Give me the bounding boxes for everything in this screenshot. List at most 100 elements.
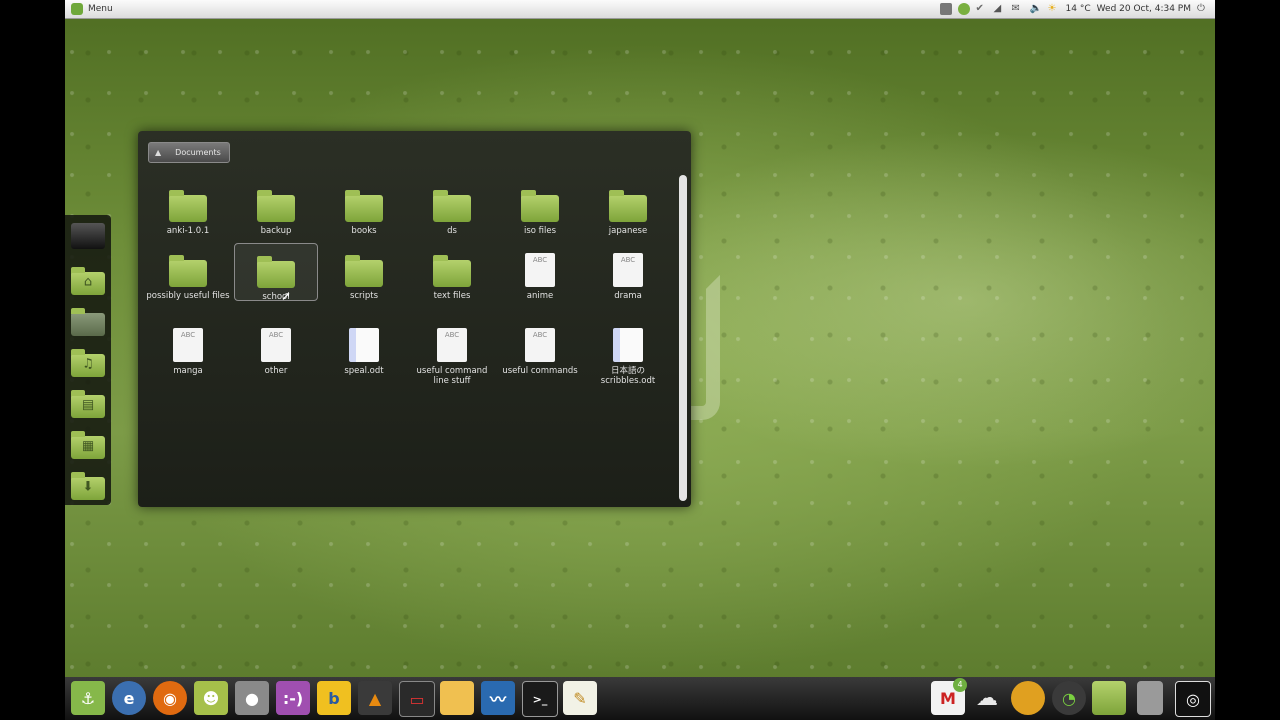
- file-label: scripts: [349, 291, 379, 301]
- file-label: text files: [433, 291, 471, 301]
- browser-icon[interactable]: e: [112, 681, 146, 715]
- folder-icon: [257, 189, 295, 222]
- android-icon[interactable]: ☻: [194, 681, 228, 715]
- weather-icon[interactable]: ☀: [1048, 3, 1060, 15]
- file-label: iso files: [523, 226, 557, 236]
- file-label: backup: [260, 226, 292, 236]
- volume-icon[interactable]: 🔈: [1030, 3, 1042, 15]
- videos-folder-icon[interactable]: ▦: [71, 429, 105, 459]
- text-document-icon: ABC: [261, 328, 291, 362]
- file-item[interactable]: japanese: [584, 188, 672, 236]
- file-item[interactable]: ABC manga: [144, 328, 232, 376]
- music-folder-icon[interactable]: ♫: [71, 347, 105, 377]
- text-editor-icon[interactable]: ✎: [563, 681, 597, 715]
- vertical-scrollbar[interactable]: [679, 175, 687, 501]
- odt-document-icon: [613, 328, 643, 362]
- downloads-folder-icon[interactable]: ⬇: [71, 470, 105, 500]
- text-document-icon: ABC: [437, 328, 467, 362]
- system-tray: ✔ ◢ ✉ 🔈 ☀ 14 °C Wed 20 Oct, 4:34 PM ⏻: [939, 3, 1215, 15]
- mail-icon[interactable]: ✉: [1012, 3, 1024, 15]
- bottom-dock: ⚓ e ◉ ☻ ● :-) b ▲ ▭ 〰 >_ ✎ M 4 ☁ ◔ ◎: [65, 677, 1215, 720]
- file-label: speal.odt: [344, 366, 384, 376]
- green-app-icon[interactable]: ◔: [1052, 681, 1086, 715]
- text-document-icon: ABC: [525, 328, 555, 362]
- folder-icon: [169, 254, 207, 287]
- desktop-folder-icon[interactable]: [71, 306, 105, 336]
- folder-icon: [433, 254, 471, 287]
- file-item[interactable]: text files: [408, 253, 496, 301]
- file-item[interactable]: scripts: [320, 253, 408, 301]
- menu-label: Menu: [88, 4, 113, 14]
- terminal-icon[interactable]: >_: [522, 681, 558, 717]
- file-item[interactable]: ABC other: [232, 328, 320, 376]
- file-item[interactable]: 日本語の scribbles.odt: [584, 328, 672, 386]
- mail-badge: 4: [953, 678, 967, 692]
- file-item-selected[interactable]: school: [234, 243, 318, 302]
- usb-icon[interactable]: [939, 3, 952, 15]
- file-item[interactable]: backup: [232, 188, 320, 236]
- b-app-icon[interactable]: b: [317, 681, 351, 715]
- file-item[interactable]: iso files: [496, 188, 584, 236]
- media-player-icon[interactable]: ▭: [399, 681, 435, 717]
- mail-app-icon[interactable]: M 4: [931, 678, 967, 715]
- file-item[interactable]: speal.odt: [320, 328, 408, 376]
- breadcrumb[interactable]: ▲ Documents: [148, 142, 230, 163]
- documents-stack-popup: ▲ Documents anki-1.0.1 backup books ds i…: [138, 131, 691, 507]
- app-icon[interactable]: ●: [235, 681, 269, 715]
- folder-icon: [433, 189, 471, 222]
- folder-icon: [257, 255, 295, 288]
- folder-icon: [609, 189, 647, 222]
- folder-icon: [345, 189, 383, 222]
- file-item[interactable]: books: [320, 188, 408, 236]
- network-icon[interactable]: ◢: [994, 3, 1006, 15]
- file-item[interactable]: anki-1.0.1: [144, 188, 232, 236]
- file-label: useful commands: [502, 366, 578, 376]
- mouse-cursor-icon: ➚: [281, 289, 292, 303]
- pidgin-icon[interactable]: :-): [276, 681, 310, 715]
- menu-button[interactable]: Menu: [65, 0, 119, 18]
- file-label: manga: [173, 366, 203, 376]
- power-icon[interactable]: ⏻: [1197, 3, 1209, 15]
- file-label: japanese: [608, 226, 648, 236]
- folder-dock-icon[interactable]: [1092, 681, 1126, 715]
- vlc-icon[interactable]: ▲: [358, 681, 392, 715]
- file-label: anki-1.0.1: [166, 226, 210, 236]
- file-item[interactable]: ABC useful commands: [496, 328, 584, 376]
- settings-icon[interactable]: ◎: [1175, 681, 1211, 717]
- home-folder-icon[interactable]: ⌂: [71, 265, 105, 295]
- orange-app-icon[interactable]: [1011, 681, 1045, 715]
- left-dock: ⌂ ♫ ▤ ▦ ⬇: [65, 215, 111, 505]
- breadcrumb-label: Documents: [175, 148, 221, 157]
- trash-icon[interactable]: [1137, 681, 1163, 715]
- file-label: anime: [526, 291, 554, 301]
- office-icon[interactable]: 〰: [481, 681, 515, 715]
- text-document-icon: ABC: [525, 253, 555, 287]
- notes-icon[interactable]: [440, 681, 474, 715]
- computer-icon[interactable]: [71, 223, 105, 249]
- mint-menu-icon: [71, 3, 83, 15]
- file-label: ds: [447, 226, 457, 236]
- update-icon[interactable]: [957, 3, 970, 15]
- file-item[interactable]: ABC drama: [584, 253, 672, 301]
- folder-icon: [521, 189, 559, 222]
- file-label: other: [264, 366, 288, 376]
- text-document-icon: ABC: [613, 253, 643, 287]
- top-panel: Menu ✔ ◢ ✉ 🔈 ☀ 14 °C Wed 20 Oct, 4:34 PM…: [65, 0, 1215, 19]
- documents-folder-icon[interactable]: ▤: [71, 388, 105, 418]
- file-label: possibly useful files: [146, 291, 230, 301]
- folder-icon: [169, 189, 207, 222]
- up-arrow-icon[interactable]: ▲: [155, 148, 161, 157]
- file-item[interactable]: ABC anime: [496, 253, 584, 301]
- file-item[interactable]: possibly useful files: [144, 253, 232, 301]
- mint-launcher-icon[interactable]: ⚓: [71, 681, 105, 715]
- weather-cloud-icon[interactable]: ☁: [970, 681, 1004, 715]
- temperature-label[interactable]: 14 °C: [1066, 4, 1091, 14]
- file-item[interactable]: ds: [408, 188, 496, 236]
- clock-label[interactable]: Wed 20 Oct, 4:34 PM: [1097, 4, 1191, 14]
- file-label: school: [262, 292, 290, 302]
- folder-icon: [345, 254, 383, 287]
- file-item[interactable]: ABC useful command line stuff: [408, 328, 496, 386]
- text-document-icon: ABC: [173, 328, 203, 362]
- checkmark-icon[interactable]: ✔: [976, 3, 988, 15]
- firefox-icon[interactable]: ◉: [153, 681, 187, 715]
